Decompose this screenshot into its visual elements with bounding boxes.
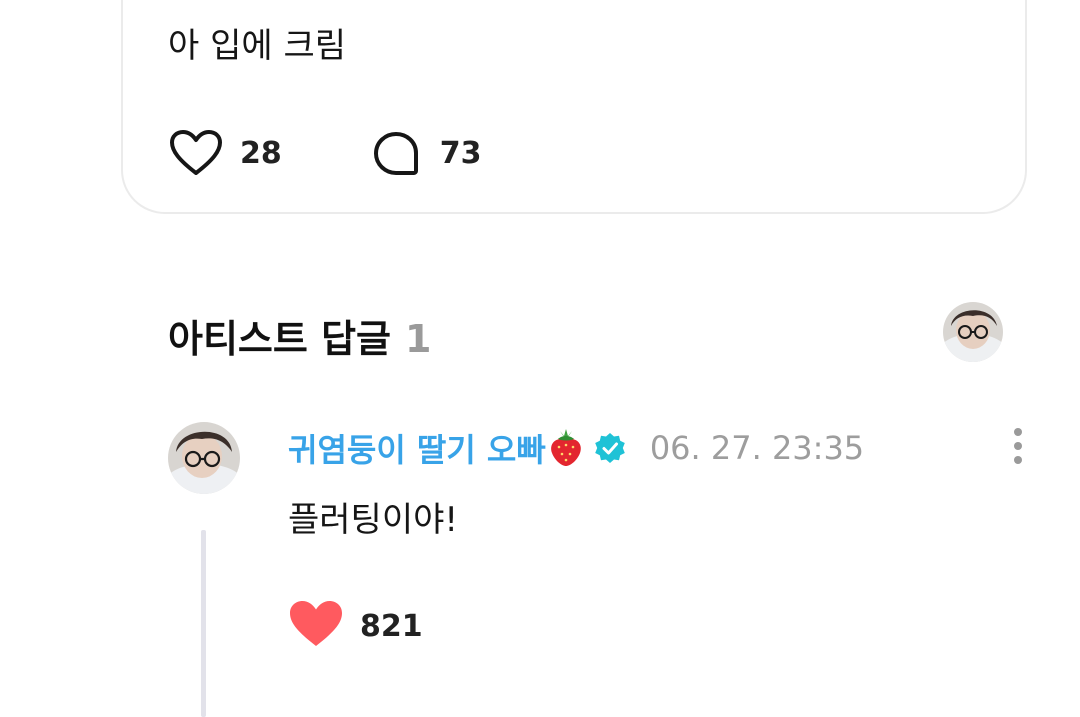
reply-author-avatar[interactable] — [168, 422, 240, 494]
more-dot-icon — [1014, 442, 1022, 450]
artist-avatar-small[interactable] — [943, 302, 1003, 362]
more-options-button[interactable] — [1000, 424, 1036, 468]
reply-thread-line — [201, 530, 206, 717]
artist-replies-title: 아티스트 답글 — [168, 317, 391, 361]
reply-like-button[interactable]: 821 — [288, 596, 423, 656]
screen: 아 입에 크림 28 73 아티스트 답글 1 귀염둥이 딸기 오빠 06. 2… — [0, 0, 1080, 717]
post-actions: 28 73 — [168, 126, 482, 180]
more-dot-icon — [1014, 456, 1022, 464]
post-like-count: 28 — [240, 135, 282, 171]
heart-filled-icon — [288, 599, 344, 653]
post-like-button[interactable]: 28 — [168, 127, 282, 179]
strawberry-icon — [548, 429, 584, 467]
comment-bubble-icon — [368, 127, 424, 179]
post-comment-count: 73 — [439, 135, 482, 171]
reply-meta: 귀염둥이 딸기 오빠 06. 27. 23:35 — [288, 424, 864, 472]
reply-like-count: 821 — [360, 608, 423, 644]
reply-text: 플러팅이야! — [288, 500, 459, 540]
post-comment-button[interactable]: 73 — [368, 127, 482, 179]
heart-outline-icon — [168, 127, 224, 179]
reply-author-name[interactable]: 귀염둥이 딸기 오빠 — [288, 425, 546, 471]
post-text: 아 입에 크림 — [168, 26, 347, 66]
more-dot-icon — [1014, 428, 1022, 436]
artist-replies-count: 1 — [405, 317, 432, 361]
reply-timestamp: 06. 27. 23:35 — [649, 429, 865, 467]
artist-replies-heading: 아티스트 답글 1 — [168, 308, 431, 363]
verified-badge-icon — [594, 432, 626, 464]
